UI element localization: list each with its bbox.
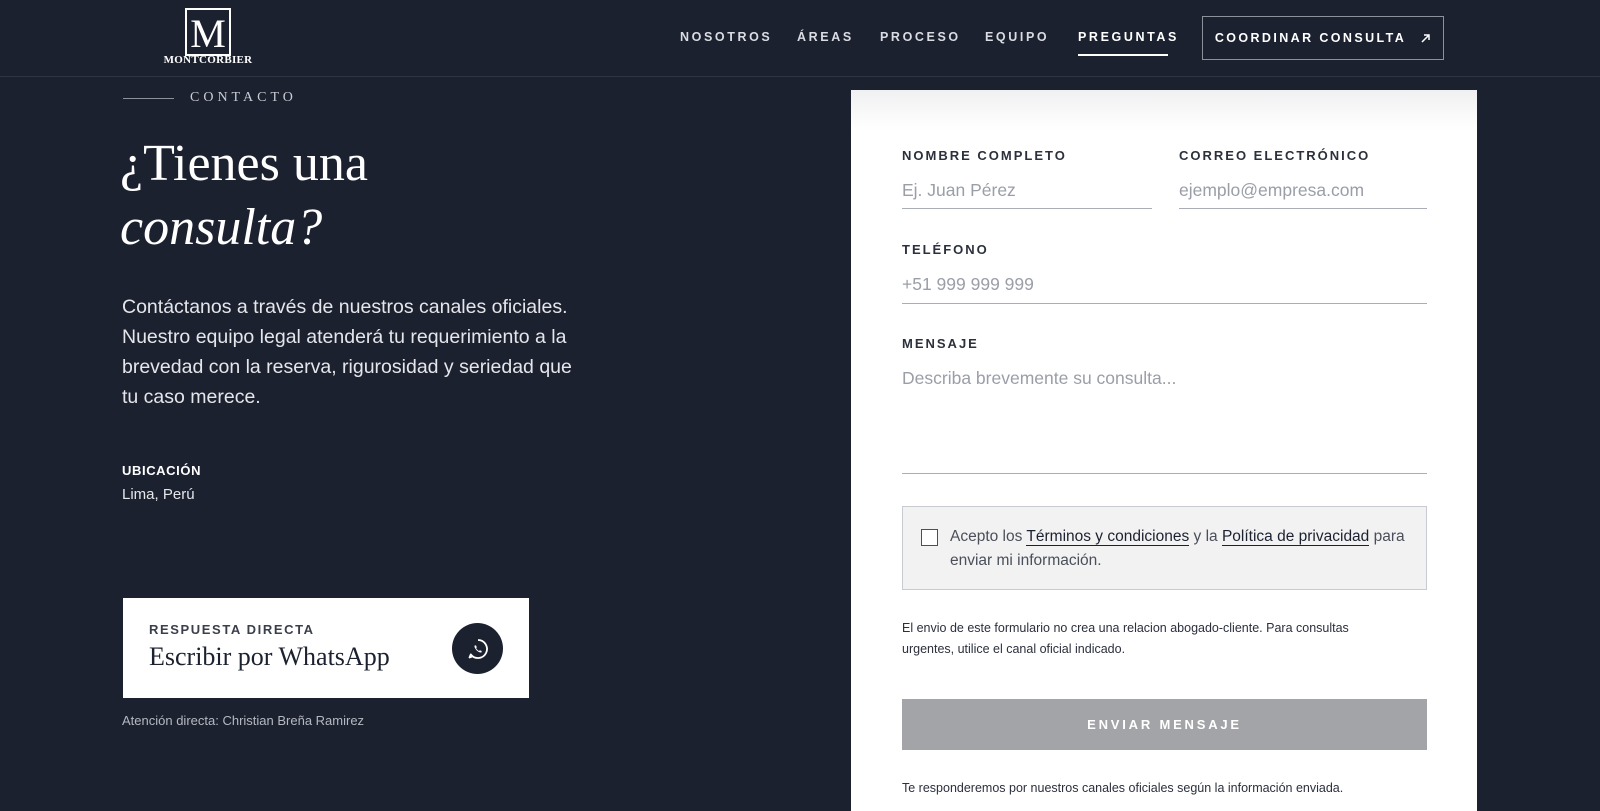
nav-item-equipo[interactable]: EQUIPO <box>985 30 1049 44</box>
brand-logo[interactable]: M MONTCORBIER <box>158 8 258 72</box>
location-value: Lima, Perú <box>122 486 195 503</box>
whatsapp-card[interactable]: RESPUESTA DIRECTA Escribir por WhatsApp <box>123 598 529 698</box>
nav-item-nosotros[interactable]: NOSOTROS <box>680 30 772 44</box>
nav-item-areas[interactable]: ÁREAS <box>797 30 854 44</box>
consent-prefix: Acepto los <box>950 528 1027 545</box>
phone-field-label: TELÉFONO <box>902 242 989 257</box>
nav-active-indicator <box>1078 54 1168 56</box>
privacy-link[interactable]: Política de privacidad <box>1221 528 1370 546</box>
consent-checkbox[interactable] <box>921 529 938 546</box>
coordinar-consulta-button[interactable]: COORDINAR CONSULTA <box>1202 16 1444 60</box>
response-note: Te responderemos por nuestros canales of… <box>902 781 1344 795</box>
whatsapp-icon[interactable] <box>452 623 503 674</box>
email-field-label: CORREO ELECTRÓNICO <box>1179 148 1371 163</box>
eyebrow-divider <box>123 98 174 99</box>
name-field[interactable] <box>902 172 1152 209</box>
terms-link[interactable]: Términos y condiciones <box>1026 528 1190 546</box>
whatsapp-card-label: RESPUESTA DIRECTA <box>149 622 315 637</box>
arrow-up-right-icon <box>1421 33 1430 43</box>
phone-field[interactable] <box>902 266 1427 304</box>
cta-label: COORDINAR CONSULTA <box>1214 31 1407 45</box>
form-disclaimer: El envio de este formulario no crea una … <box>902 621 1349 656</box>
section-eyebrow: CONTACTO <box>190 90 297 105</box>
consent-middle: y la <box>1189 528 1222 545</box>
whatsapp-glyph-icon <box>468 638 488 659</box>
intro-paragraph: Contáctanos a través de nuestros canales… <box>122 296 572 408</box>
contact-form-panel: NOMBRE COMPLETO CORREO ELECTRÓNICO TELÉF… <box>851 90 1477 811</box>
nav-item-preguntas[interactable]: PREGUNTAS <box>1078 30 1179 44</box>
email-field[interactable] <box>1179 172 1427 209</box>
brand-name: MONTCORBIER <box>163 54 253 66</box>
logo-letter: M <box>190 11 226 56</box>
consent-text: Acepto los Términos y condiciones y la P… <box>950 525 1410 573</box>
nav-item-proceso[interactable]: PROCESO <box>880 30 961 44</box>
whatsapp-card-title: Escribir por WhatsApp <box>149 642 390 671</box>
page-title-line2: consulta? <box>120 199 323 256</box>
site-header: M MONTCORBIER NOSOTROS ÁREAS PROCESO EQU… <box>0 0 1600 77</box>
message-field[interactable] <box>902 362 1427 474</box>
logo-monogram-icon: M <box>185 8 231 56</box>
consent-box: Acepto los Términos y condiciones y la P… <box>902 506 1427 590</box>
message-field-label: MENSAJE <box>902 336 979 351</box>
page-title-line1: ¿Tienes una <box>120 135 368 192</box>
page-title: ¿Tienes una consulta? <box>120 132 368 260</box>
submit-button[interactable]: ENVIAR MENSAJE <box>902 699 1427 750</box>
name-field-label: NOMBRE COMPLETO <box>902 148 1067 163</box>
direct-attention-note: Atención directa: Christian Breña Ramire… <box>122 713 365 728</box>
location-label: UBICACIÓN <box>122 463 202 478</box>
